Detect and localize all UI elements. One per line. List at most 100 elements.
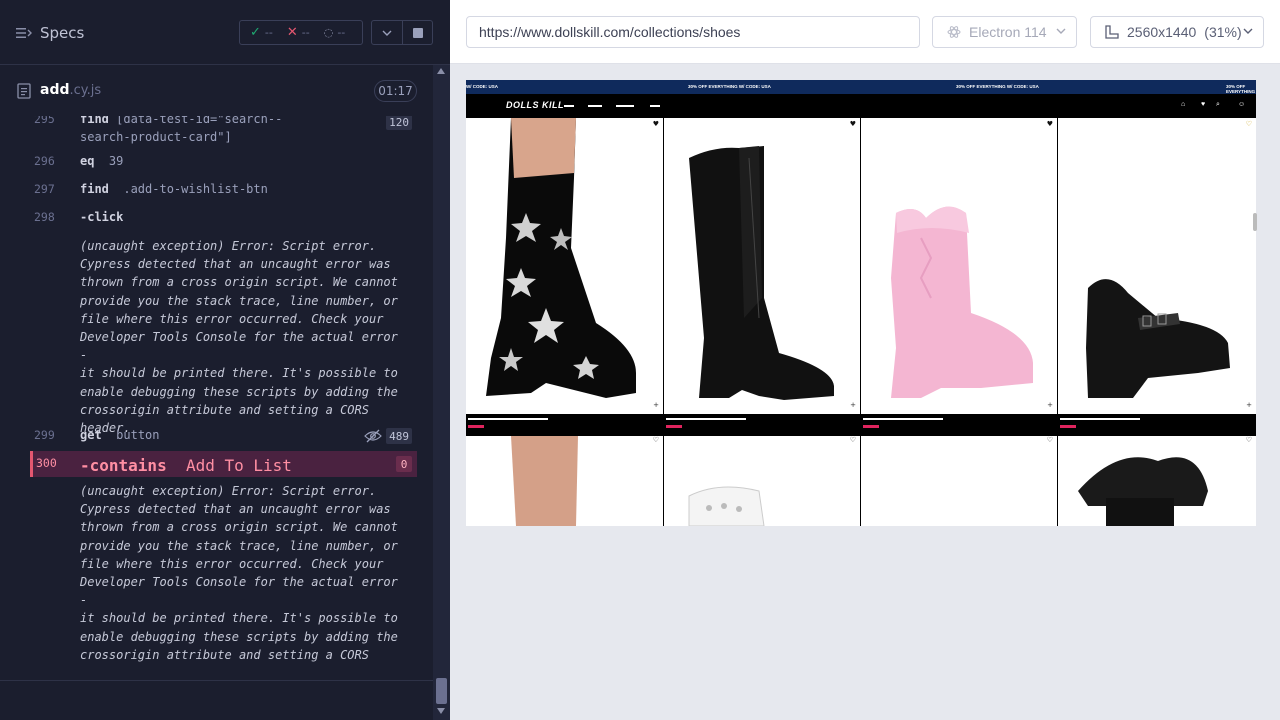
toggle-dropdown-button[interactable]	[371, 20, 403, 45]
failed-command-row[interactable]: 300 -contains Add To List 0	[30, 451, 417, 477]
heart-icon[interactable]: ♥	[850, 120, 856, 128]
error-line: it should be printed there. It's possibl…	[80, 366, 398, 381]
element-count-badge: 120	[386, 116, 412, 130]
pending-count: --	[337, 26, 346, 39]
product-card[interactable]: ♡	[1058, 436, 1256, 526]
file-icon	[17, 83, 31, 99]
command-name: find	[80, 116, 109, 126]
heart-icon[interactable]: ♥	[1047, 120, 1053, 128]
command-line-number: 300	[36, 456, 57, 470]
spec-duration: 01:17	[374, 80, 417, 102]
command-name: get	[80, 428, 102, 442]
chevron-down-icon	[1056, 28, 1066, 34]
aut-iframe[interactable]: W/ CODE: USA 30% OFF EVERYTHING W/ CODE:…	[466, 80, 1256, 526]
scrollbar-thumb[interactable]	[436, 678, 447, 704]
error-line: Developer Tools Console for the actual e…	[80, 330, 398, 363]
product-card[interactable]: ♥ +	[861, 118, 1057, 413]
chevron-down-icon	[382, 30, 392, 36]
product-card[interactable]: ♡	[466, 436, 663, 526]
leg-image	[511, 436, 578, 526]
scroll-up-arrow-icon[interactable]	[437, 68, 445, 74]
spec-header: add.cy.js 01:17	[0, 66, 433, 116]
viewport-size: 2560x1440	[1127, 24, 1197, 40]
specs-button[interactable]: Specs	[16, 22, 84, 44]
viewport-scale: (31%)	[1204, 24, 1242, 40]
error-line: crossorigin attribute and setting a CORS	[80, 402, 369, 417]
error-line: crossorigin attribute and setting a CORS	[80, 647, 369, 662]
spec-file-name[interactable]: add.cy.js	[40, 82, 101, 98]
reporter-footer	[0, 680, 433, 720]
search-icon[interactable]: ⌕	[1216, 101, 1220, 109]
nav-item[interactable]	[616, 105, 634, 107]
add-icon[interactable]: +	[850, 401, 856, 409]
command-arg: .add-to-wishlist-btn	[123, 182, 268, 196]
add-icon[interactable]: +	[1047, 401, 1053, 409]
command-row[interactable]: 296 eq 39	[30, 154, 417, 172]
spec-name-text: add	[40, 82, 70, 98]
user-icon[interactable]: ☺	[1238, 101, 1245, 108]
grid-divider	[663, 118, 664, 526]
command-line-number: 299	[34, 428, 55, 442]
lace-up-boot-image	[689, 146, 834, 400]
heart-icon[interactable]: ♥	[653, 120, 659, 128]
error-line: provide you the stack trace, line number…	[80, 538, 398, 553]
menu-icon	[16, 28, 32, 38]
cart-icon[interactable]: ⌂	[1181, 101, 1185, 108]
product-card[interactable]: ♡	[664, 436, 860, 526]
passed-icon: ✓	[250, 25, 261, 40]
add-icon[interactable]: +	[1246, 401, 1252, 409]
error-line: it should be printed there. It's possibl…	[80, 611, 398, 626]
error-line: Cypress detected that an uncaught error …	[80, 502, 391, 517]
feather-boot-image	[1078, 457, 1208, 526]
site-logo[interactable]: DOLLS KILL	[506, 100, 564, 110]
promo-text: W/ CODE: USA	[466, 84, 498, 89]
stop-icon	[412, 27, 423, 38]
promo-banner: W/ CODE: USA 30% OFF EVERYTHING W/ CODE:…	[466, 80, 1256, 104]
heart-icon[interactable]: ♡	[1246, 120, 1252, 128]
product-card[interactable]: ♥ +	[664, 118, 860, 413]
command-row[interactable]: 298 -click	[30, 210, 417, 228]
command-arg: 39	[108, 154, 124, 168]
command-row[interactable]: 299 get button 489	[30, 428, 417, 446]
reporter-scrollbar[interactable]	[433, 65, 450, 720]
command-row[interactable]: 297 find .add-to-wishlist-btn	[30, 182, 417, 200]
error-line: Developer Tools Console for the actual e…	[80, 575, 398, 608]
viewport-selector[interactable]: 2560x1440 (31%)	[1090, 16, 1264, 48]
failed-count: --	[301, 26, 310, 39]
heart-icon[interactable]: ♡	[653, 436, 659, 444]
electron-icon	[947, 26, 961, 38]
error-line: (uncaught exception) Error: Script error…	[80, 484, 377, 498]
heart-icon[interactable]: ♥	[1201, 101, 1205, 108]
aut-scrollbar-thumb[interactable]	[1253, 213, 1257, 231]
specs-label: Specs	[40, 24, 85, 42]
command-row[interactable]: 295 find [data-test-id="search--search-p…	[30, 116, 417, 146]
element-count-badge: 0	[396, 456, 412, 472]
scroll-down-arrow-icon[interactable]	[437, 708, 445, 714]
test-stats: ✓ -- ✕ -- ◌ --	[239, 20, 363, 45]
chevron-down-icon	[1243, 28, 1253, 34]
product-card[interactable]: ♡ +	[1058, 118, 1256, 413]
stop-button[interactable]	[403, 20, 433, 45]
browser-selector[interactable]: Electron 114	[932, 16, 1077, 48]
nav-item[interactable]	[650, 105, 660, 107]
heart-icon[interactable]: ♡	[1246, 436, 1252, 444]
product-card[interactable]: ♡	[861, 436, 1057, 526]
error-line: (uncaught exception) Error: Script error…	[80, 239, 377, 253]
url-input[interactable]: https://www.dollskill.com/collections/sh…	[466, 16, 920, 48]
eye-slash-icon	[364, 429, 382, 443]
passed-count: --	[264, 26, 273, 39]
nav-item[interactable]	[588, 105, 602, 107]
nav-item[interactable]	[564, 105, 574, 107]
white-boot-image	[688, 486, 765, 526]
error-line: enable debugging these scripts by adding…	[80, 384, 398, 399]
heart-icon[interactable]: ♡	[1047, 436, 1053, 444]
heart-icon[interactable]: ♡	[850, 436, 856, 444]
add-icon[interactable]: +	[653, 401, 659, 409]
product-card[interactable]: ♥ +	[466, 118, 663, 413]
element-count-badge: 489	[386, 428, 412, 444]
grid-divider	[1057, 118, 1058, 526]
star-boot-image	[486, 118, 636, 398]
error-line: provide you the stack trace, line number…	[80, 293, 398, 308]
command-log: 295 find [data-test-id="search--search-p…	[30, 116, 417, 667]
site-nav: DOLLS KILL ⌂ ♥ ⌕ ☺	[466, 94, 1256, 118]
